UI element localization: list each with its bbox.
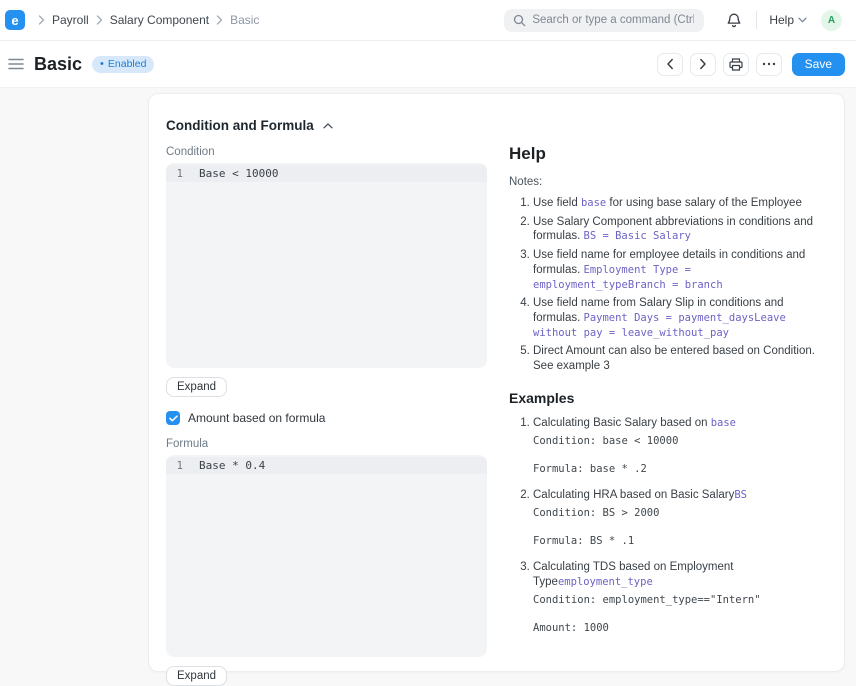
example-title: Calculating HRA based on Basic SalaryBS	[533, 488, 820, 503]
breadcrumb-salary-component[interactable]: Salary Component	[110, 13, 209, 27]
help-example-item: Calculating HRA based on Basic SalaryBSC…	[533, 488, 820, 548]
print-button[interactable]	[723, 53, 749, 76]
breadcrumb-payroll[interactable]: Payroll	[52, 13, 89, 27]
breadcrumb: Payroll Salary Component Basic	[31, 13, 259, 27]
app-logo-icon[interactable]: e	[5, 10, 25, 30]
help-menu[interactable]: Help	[769, 13, 807, 27]
note-text: Calculating HRA based on Basic Salary	[533, 489, 734, 501]
note-text: for using base salary of the Employee	[606, 197, 802, 209]
prev-record-button[interactable]	[657, 53, 683, 76]
expand-formula-button[interactable]: Expand	[166, 666, 227, 686]
inline-code: employment_type	[558, 576, 653, 588]
help-note-item: Direct Amount can also be entered based …	[533, 344, 820, 373]
page-toolbar: Basic • Enabled Save	[0, 41, 856, 88]
note-text: Direct Amount can also be entered based …	[533, 345, 815, 372]
chevron-up-icon	[323, 123, 333, 129]
condition-editor[interactable]: 1 Base < 10000	[166, 163, 487, 368]
help-note-item: Use field base for using base salary of …	[533, 196, 820, 211]
example-code-block: Condition: base < 10000 Formula: base * …	[533, 434, 820, 477]
formula-editor[interactable]: 1 Base * 0.4	[166, 455, 487, 657]
help-note-item: Use Salary Component abbreviations in co…	[533, 215, 820, 244]
expand-condition-button[interactable]: Expand	[166, 377, 227, 397]
help-title: Help	[509, 144, 820, 164]
section-title: Condition and Formula	[166, 118, 314, 133]
page-title: Basic	[34, 54, 82, 75]
next-record-button[interactable]	[690, 53, 716, 76]
sidebar-toggle-button[interactable]	[6, 55, 26, 73]
inline-code: BS = Basic Salary	[584, 230, 691, 242]
example-code-block: Condition: employment_type=="Intern" Amo…	[533, 593, 820, 636]
more-menu-button[interactable]	[756, 53, 782, 76]
note-text: Calculating Basic Salary based on	[533, 417, 711, 429]
line-number: 1	[166, 168, 192, 180]
condition-code: Base < 10000	[192, 167, 278, 180]
checkbox-label: Amount based on formula	[188, 411, 325, 425]
help-menu-label: Help	[769, 13, 794, 27]
formula-label: Formula	[166, 438, 487, 450]
navbar: e Payroll Salary Component Basic Help	[0, 0, 856, 41]
chevron-right-icon	[699, 58, 707, 70]
search-icon	[513, 14, 526, 27]
editor-active-line: 1 Base < 10000	[166, 165, 487, 182]
help-panel: Help Notes: Use field base for using bas…	[509, 118, 820, 655]
amount-based-on-formula-checkbox[interactable]: Amount based on formula	[166, 411, 487, 425]
notes-label: Notes:	[509, 176, 820, 188]
global-search	[504, 9, 704, 32]
navbar-right: Help A	[724, 10, 842, 31]
avatar[interactable]: A	[821, 10, 842, 31]
chevron-right-icon	[96, 15, 103, 25]
inline-code: base	[581, 197, 606, 209]
formula-code: Base * 0.4	[192, 459, 265, 472]
hamburger-icon	[8, 57, 24, 71]
printer-icon	[729, 58, 743, 71]
example-title: Calculating TDS based on Employment Type…	[533, 560, 820, 589]
save-button[interactable]: Save	[792, 53, 845, 76]
ellipsis-icon	[762, 62, 776, 66]
help-example-item: Calculating TDS based on Employment Type…	[533, 560, 820, 635]
chevron-left-icon	[666, 58, 674, 70]
status-dot: •	[100, 59, 104, 70]
inline-code: BS	[734, 489, 747, 501]
bell-icon	[726, 12, 742, 29]
help-notes-list: Use field base for using base salary of …	[509, 196, 820, 374]
status-badge-label: Enabled	[108, 58, 147, 70]
editor-active-line: 1 Base * 0.4	[166, 457, 487, 474]
inline-code: base	[711, 417, 736, 429]
example-title: Calculating Basic Salary based on base	[533, 416, 820, 431]
example-code-block: Condition: BS > 2000 Formula: BS * .1	[533, 506, 820, 549]
search-input[interactable]	[504, 9, 704, 32]
help-examples-list: Calculating Basic Salary based on base Co…	[509, 416, 820, 635]
checkbox-checked-icon	[166, 411, 180, 425]
section-condition-and-formula[interactable]: Condition and Formula	[166, 118, 487, 133]
examples-title: Examples	[509, 390, 820, 406]
breadcrumb-basic[interactable]: Basic	[230, 13, 259, 27]
chevron-right-icon	[38, 15, 45, 25]
line-number: 1	[166, 460, 192, 472]
note-text: Use field	[533, 197, 581, 209]
toolbar-actions: Save	[657, 53, 845, 76]
condition-formula-column: Condition and Formula Condition 1 Base <…	[166, 118, 487, 655]
help-example-item: Calculating Basic Salary based on base Co…	[533, 416, 820, 476]
chevron-down-icon	[798, 17, 807, 23]
form-card: Condition and Formula Condition 1 Base <…	[148, 93, 845, 672]
status-badge: • Enabled	[92, 56, 154, 73]
notifications-button[interactable]	[724, 10, 744, 31]
divider	[756, 11, 757, 29]
condition-label: Condition	[166, 146, 487, 158]
chevron-right-icon	[216, 15, 223, 25]
help-note-item: Use field name from Salary Slip in condi…	[533, 296, 820, 340]
help-note-item: Use field name for employee details in c…	[533, 248, 820, 292]
